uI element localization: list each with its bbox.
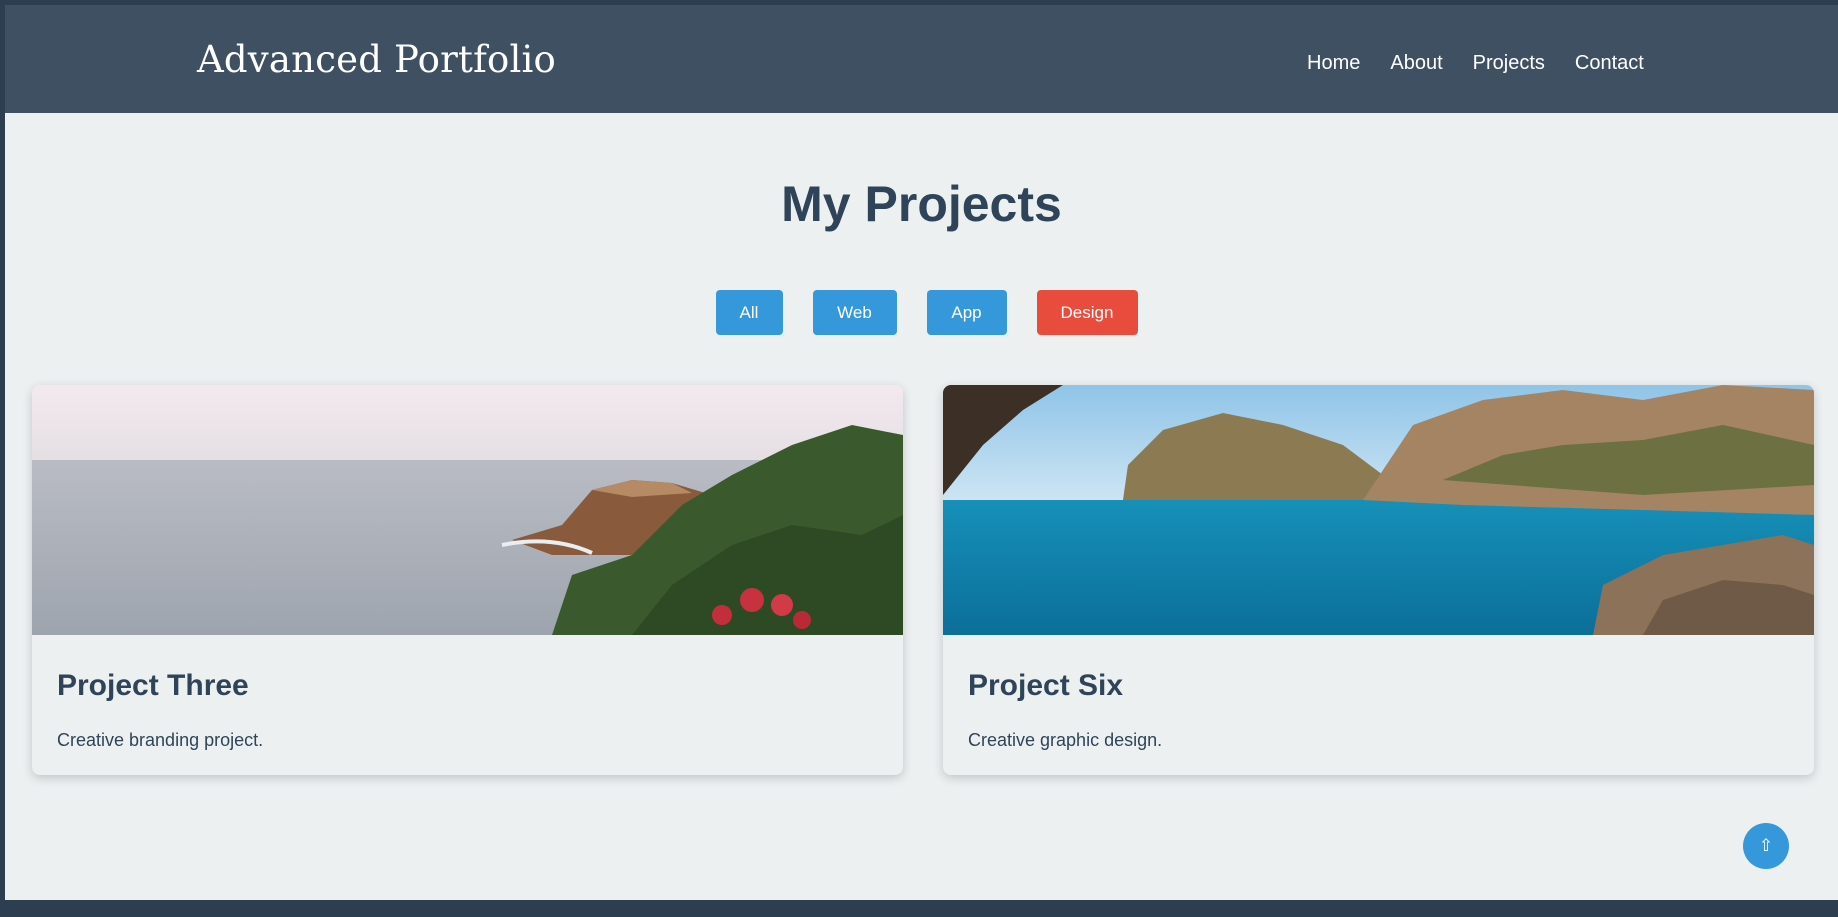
site-brand[interactable]: Advanced Portfolio: [197, 38, 556, 81]
arrow-up-icon: ⇧: [1758, 836, 1774, 855]
project-description: Creative branding project.: [57, 730, 264, 750]
filter-bar: All Web App Design: [5, 290, 1838, 335]
site-header: Advanced Portfolio Home About Projects C…: [5, 5, 1838, 113]
project-image: [32, 385, 903, 635]
project-title: Project Three: [57, 669, 249, 702]
turquoise-bay-image: [943, 385, 1814, 635]
project-card[interactable]: Project Six Creative graphic design.: [943, 385, 1814, 775]
filter-all-button[interactable]: All: [715, 290, 783, 335]
scroll-to-top-button[interactable]: ⇧: [1743, 823, 1789, 869]
project-description: Creative graphic design.: [968, 730, 1163, 750]
project-image: [943, 385, 1814, 635]
nav-home-link[interactable]: Home: [1307, 52, 1360, 75]
project-card[interactable]: Project Three Creative branding project.: [32, 385, 903, 775]
project-title: Project Six: [968, 669, 1124, 702]
filter-app-button[interactable]: App: [926, 290, 1007, 335]
nav-about-link[interactable]: About: [1390, 52, 1442, 75]
page-title: My Projects: [781, 176, 1062, 232]
page: Advanced Portfolio Home About Projects C…: [5, 5, 1838, 900]
nav-projects-link[interactable]: Projects: [1473, 52, 1545, 75]
main-nav: Home About Projects Contact: [1307, 52, 1674, 75]
filter-web-button[interactable]: Web: [812, 290, 897, 335]
nav-contact-link[interactable]: Contact: [1575, 52, 1644, 75]
filter-design-button[interactable]: Design: [1036, 290, 1138, 335]
coastal-cliff-image: [32, 385, 903, 635]
